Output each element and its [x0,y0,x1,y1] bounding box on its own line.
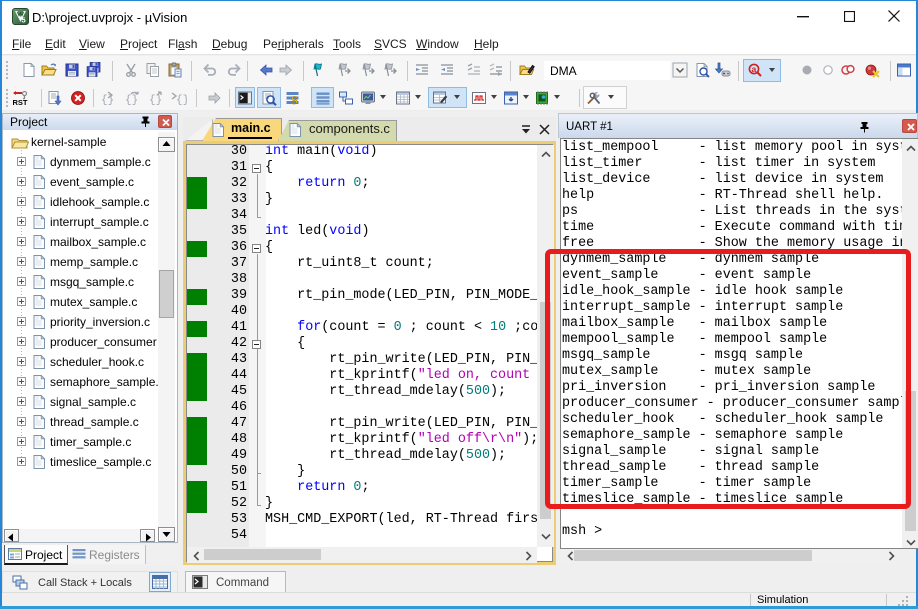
svg-text:{}: {} [176,95,187,107]
svg-text:{}: {} [149,95,162,107]
svg-text:{}: {} [101,95,114,107]
svg-text:a: a [752,64,757,74]
svg-text:S: S [291,93,298,106]
svg-text:{}: {} [125,95,138,107]
svg-text:RST: RST [13,98,28,106]
svg-text:5: 5 [22,16,26,25]
